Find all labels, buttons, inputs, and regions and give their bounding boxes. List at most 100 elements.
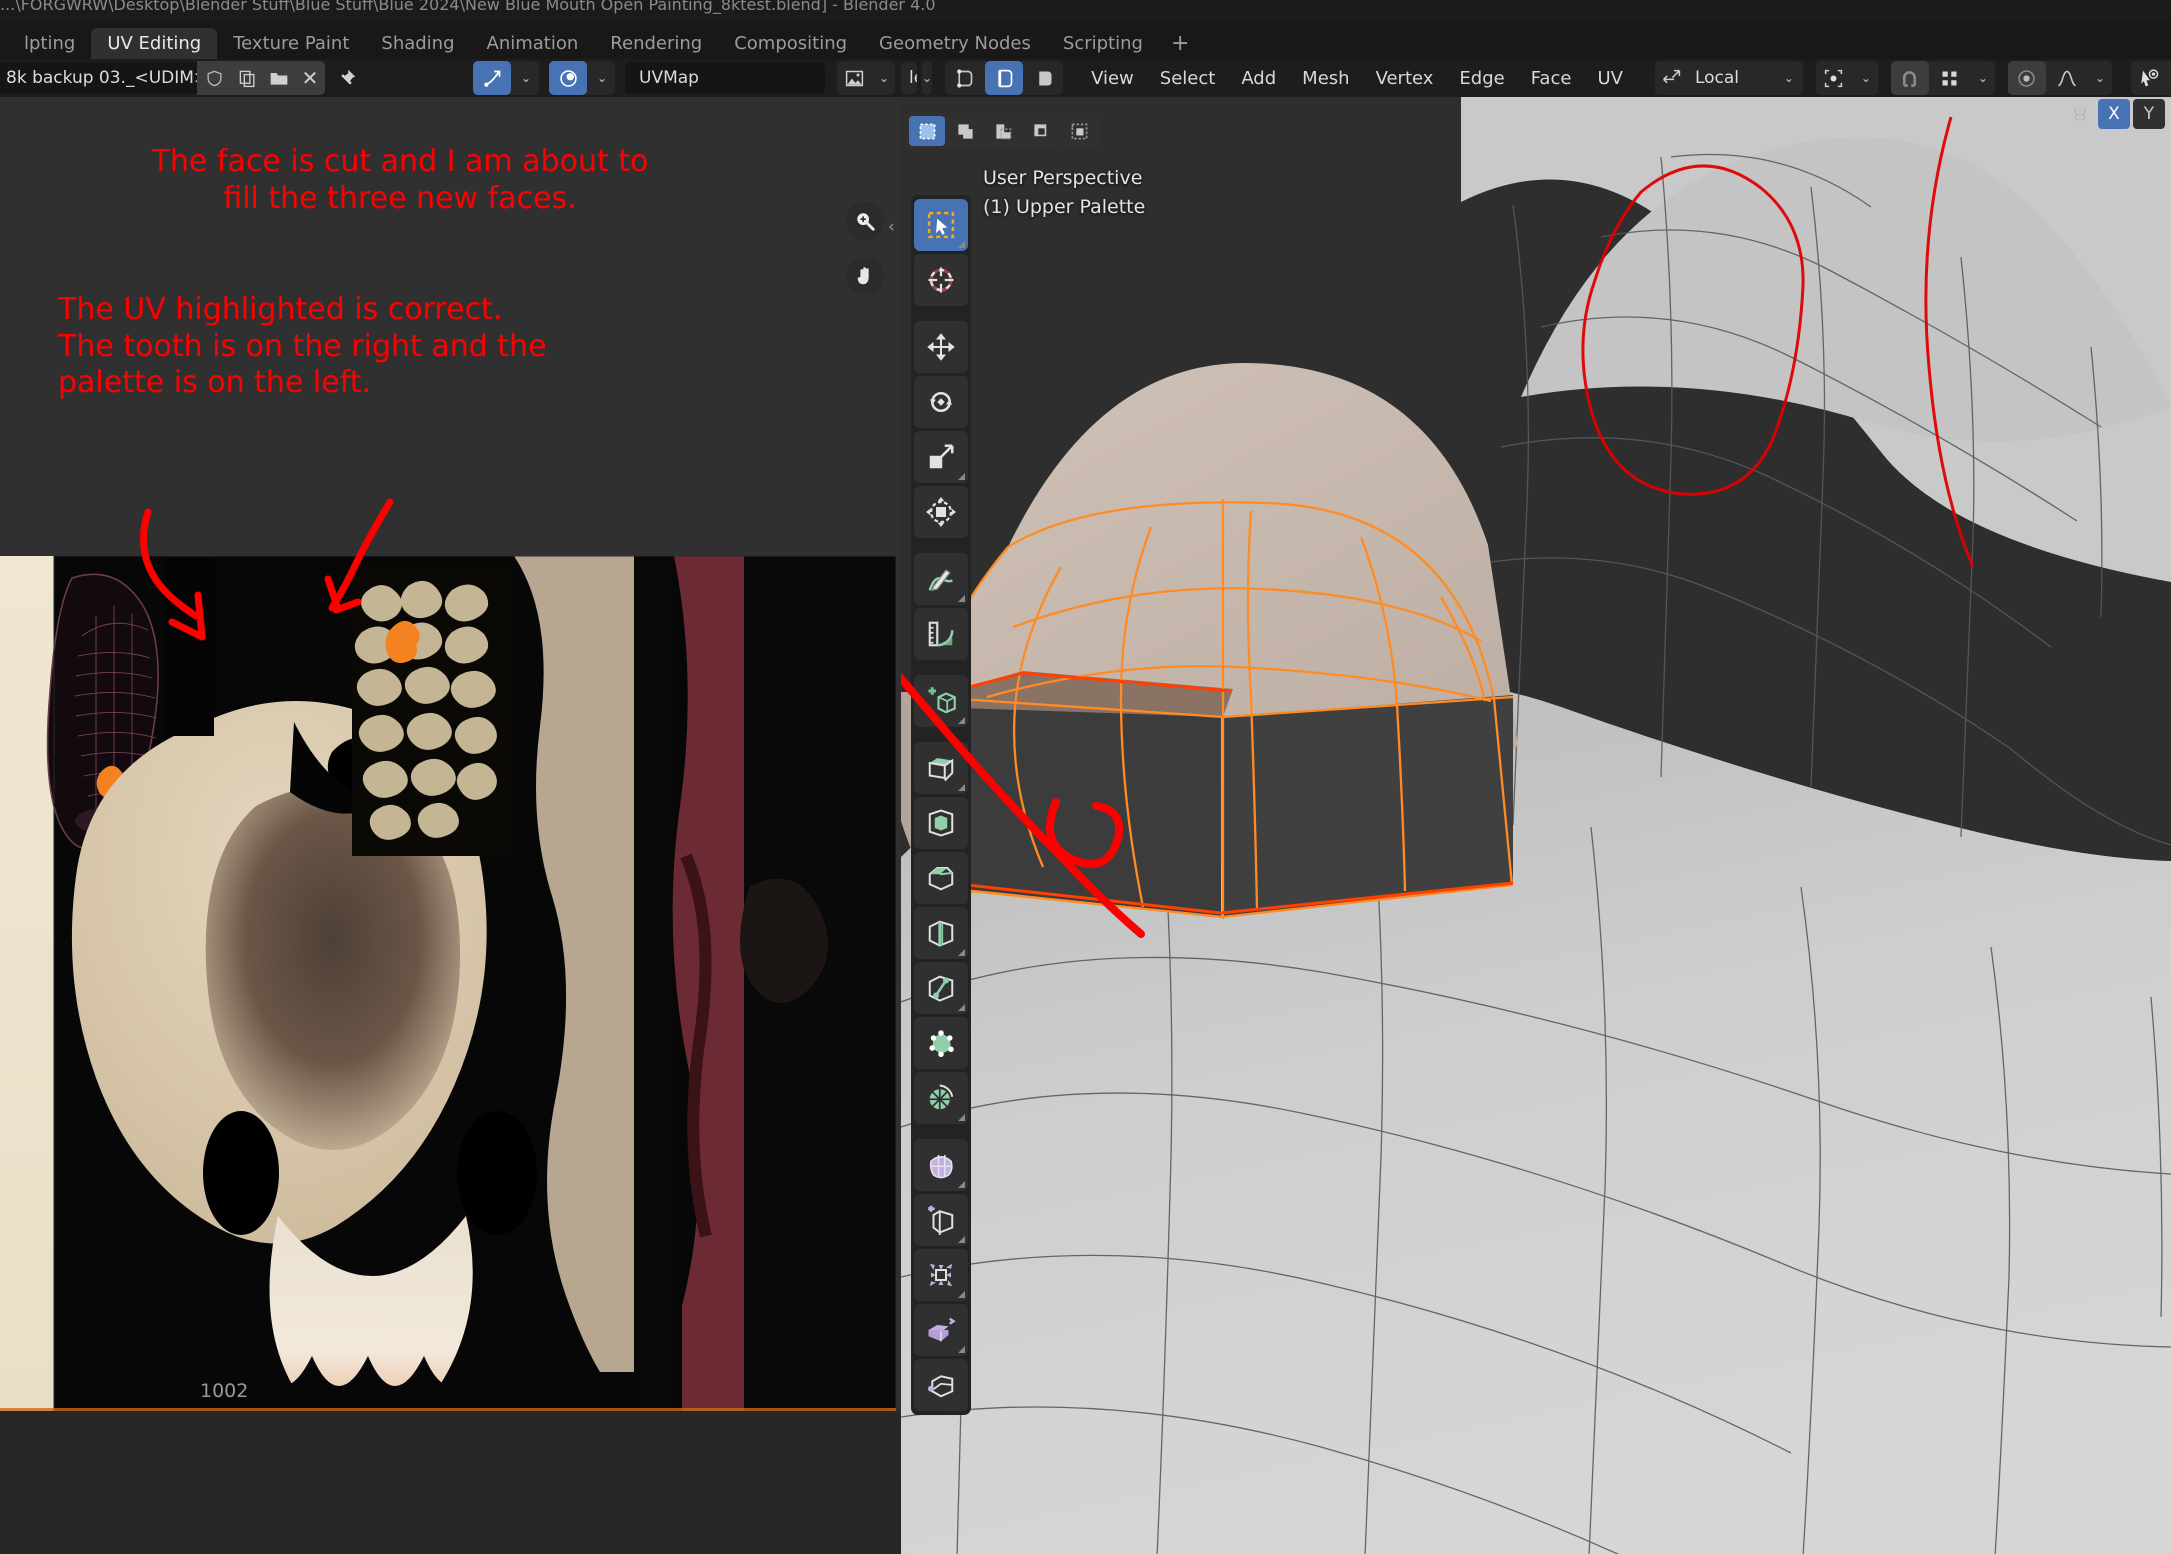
menu-view[interactable]: View xyxy=(1078,61,1147,95)
unlink-image-icon[interactable]: ✕ xyxy=(295,61,325,95)
annotate-tool[interactable] xyxy=(914,553,968,605)
fake-user-icon[interactable] xyxy=(197,61,231,95)
pivot-point-group: ⌄ xyxy=(1815,61,1878,95)
image-datablock-field[interactable]: 8k backup 03._<UDIM>.png xyxy=(0,62,197,94)
pivot-point-dropdown[interactable]: ⌄ xyxy=(1853,61,1878,95)
face-select-mode[interactable] xyxy=(1025,61,1064,95)
window-title-text: ...\FORGWRW\Desktop\Blender Stuff\Blue S… xyxy=(0,0,936,14)
shear-tool[interactable] xyxy=(914,1304,968,1356)
uv-image-editor: 8k backup 03._<UDIM>.png ✕ xyxy=(0,59,901,1554)
measure-tool[interactable] xyxy=(914,608,968,660)
select-extend-mode[interactable] xyxy=(947,116,983,146)
workspace-tab-sculpting[interactable]: lpting xyxy=(8,28,91,59)
select-set-mode[interactable] xyxy=(909,116,945,146)
snapping-group: ⌄ xyxy=(1890,61,1995,95)
menu-uv[interactable]: UV xyxy=(1584,61,1636,95)
move-tool[interactable] xyxy=(914,321,968,373)
transform-tool[interactable] xyxy=(914,486,968,538)
transform-orientation-dropdown[interactable]: ⌄ xyxy=(1775,61,1803,95)
workspace-tab-compositing[interactable]: Compositing xyxy=(718,28,863,59)
uv-sync-selection-icon[interactable] xyxy=(473,61,511,95)
3d-viewport-editor: le ⌄ View Select Add Mesh xyxy=(901,59,2171,1554)
3d-viewport-canvas[interactable]: User Perspective (1) Upper Palette X Y xyxy=(901,97,2171,1554)
mode-selector[interactable]: le xyxy=(901,62,917,94)
uv-texture-image[interactable] xyxy=(0,556,896,1411)
vertex-select-mode[interactable] xyxy=(945,61,984,95)
select-subtract-mode[interactable] xyxy=(985,116,1021,146)
snap-to-icon[interactable] xyxy=(1930,61,1969,95)
transform-pivot-point-icon[interactable] xyxy=(1815,61,1852,95)
menu-mesh[interactable]: Mesh xyxy=(1289,61,1362,95)
inset-faces-tool[interactable] xyxy=(914,797,968,849)
udim-tile-label: 1002 xyxy=(200,1380,249,1402)
transform-orientation-icon xyxy=(1655,61,1689,95)
menu-select[interactable]: Select xyxy=(1147,61,1229,95)
snap-to-dropdown[interactable]: ⌄ xyxy=(1970,61,1995,95)
texture-eye-left xyxy=(203,1111,279,1235)
extrude-region-tool[interactable] xyxy=(914,742,968,794)
snap-magnet-icon[interactable] xyxy=(1890,61,1929,95)
display-channels-icon[interactable] xyxy=(837,61,871,95)
viewport-overlay-object-name: (1) Upper Palette xyxy=(983,196,1146,218)
workspace-tab-animation[interactable]: Animation xyxy=(471,28,595,59)
shrink-fatten-tool[interactable] xyxy=(914,1249,968,1301)
transform-orientation-value[interactable]: Local xyxy=(1691,62,1773,94)
proportional-falloff-dropdown[interactable]: ⌄ xyxy=(2087,61,2112,95)
uv-map-field[interactable]: UVMap xyxy=(625,62,825,94)
scale-tool[interactable] xyxy=(914,431,968,483)
mode-selector-label: le xyxy=(909,68,917,88)
spin-tool[interactable] xyxy=(914,1072,968,1124)
proportional-falloff-icon[interactable] xyxy=(2047,61,2086,95)
symmetry-y-button[interactable]: Y xyxy=(2133,99,2165,129)
loop-cut-tool[interactable] xyxy=(914,907,968,959)
uv-canvas[interactable]: 1002 ‹ The face is cut and I am about to… xyxy=(0,97,901,1554)
zoom-icon[interactable] xyxy=(846,202,884,240)
pin-icon[interactable] xyxy=(331,61,361,95)
knife-tool[interactable] xyxy=(914,962,968,1014)
workspace-tab-shading[interactable]: Shading xyxy=(365,28,470,59)
menu-vertex[interactable]: Vertex xyxy=(1363,61,1447,95)
sticky-selection-group: ⌄ xyxy=(549,61,615,95)
uv-empty-area xyxy=(0,1411,901,1554)
toolbar xyxy=(911,195,971,1415)
bevel-tool[interactable] xyxy=(914,852,968,904)
rip-region-tool[interactable] xyxy=(914,1359,968,1411)
select-intersect-mode[interactable] xyxy=(1061,116,1097,146)
add-cube-tool[interactable] xyxy=(914,675,968,727)
transform-orientation-group: Local ⌄ xyxy=(1654,61,1803,95)
new-image-copy-icon[interactable] xyxy=(231,61,263,95)
workspace-tab-scripting[interactable]: Scripting xyxy=(1047,28,1159,59)
visibility-selectability-icon[interactable] xyxy=(2130,61,2169,95)
tweak-tool[interactable] xyxy=(914,199,968,251)
menu-add[interactable]: Add xyxy=(1228,61,1289,95)
display-channels-dropdown[interactable]: ⌄ xyxy=(873,61,895,95)
sticky-selection-icon[interactable] xyxy=(549,61,587,95)
cursor-tool[interactable] xyxy=(914,254,968,306)
uv-sync-dropdown[interactable]: ⌄ xyxy=(513,61,539,95)
uv-sidebar-toggle[interactable]: ‹ xyxy=(888,217,895,237)
window-title-bar: ...\FORGWRW\Desktop\Blender Stuff\Blue S… xyxy=(0,0,2171,22)
select-mode-toolbar xyxy=(906,113,1100,149)
rotate-tool[interactable] xyxy=(914,376,968,428)
menu-face[interactable]: Face xyxy=(1518,61,1585,95)
proportional-editing-icon[interactable] xyxy=(2007,61,2046,95)
edge-select-mode[interactable] xyxy=(985,61,1024,95)
symmetry-x-button[interactable]: X xyxy=(2098,99,2130,129)
select-invert-mode[interactable] xyxy=(1023,116,1059,146)
poly-build-tool[interactable] xyxy=(914,1017,968,1069)
3d-scene[interactable] xyxy=(901,97,2171,1554)
workspace-tab-texture-paint[interactable]: Texture Paint xyxy=(217,28,365,59)
add-workspace-button[interactable]: + xyxy=(1159,28,1201,59)
proportional-editing-group: ⌄ xyxy=(2007,61,2112,95)
sticky-selection-dropdown[interactable]: ⌄ xyxy=(589,61,615,95)
workspace-tab-geometry-nodes[interactable]: Geometry Nodes xyxy=(863,28,1047,59)
mode-selector-dropdown[interactable]: ⌄ xyxy=(922,61,933,95)
uv-editor-header: 8k backup 03._<UDIM>.png ✕ xyxy=(0,59,901,97)
workspace-tab-uv-editing[interactable]: UV Editing xyxy=(91,28,218,59)
menu-edge[interactable]: Edge xyxy=(1446,61,1517,95)
workspace-tab-rendering[interactable]: Rendering xyxy=(594,28,718,59)
open-image-icon[interactable] xyxy=(263,61,295,95)
smooth-tool[interactable] xyxy=(914,1139,968,1191)
pan-hand-icon[interactable] xyxy=(846,257,884,295)
edge-slide-tool[interactable] xyxy=(914,1194,968,1246)
